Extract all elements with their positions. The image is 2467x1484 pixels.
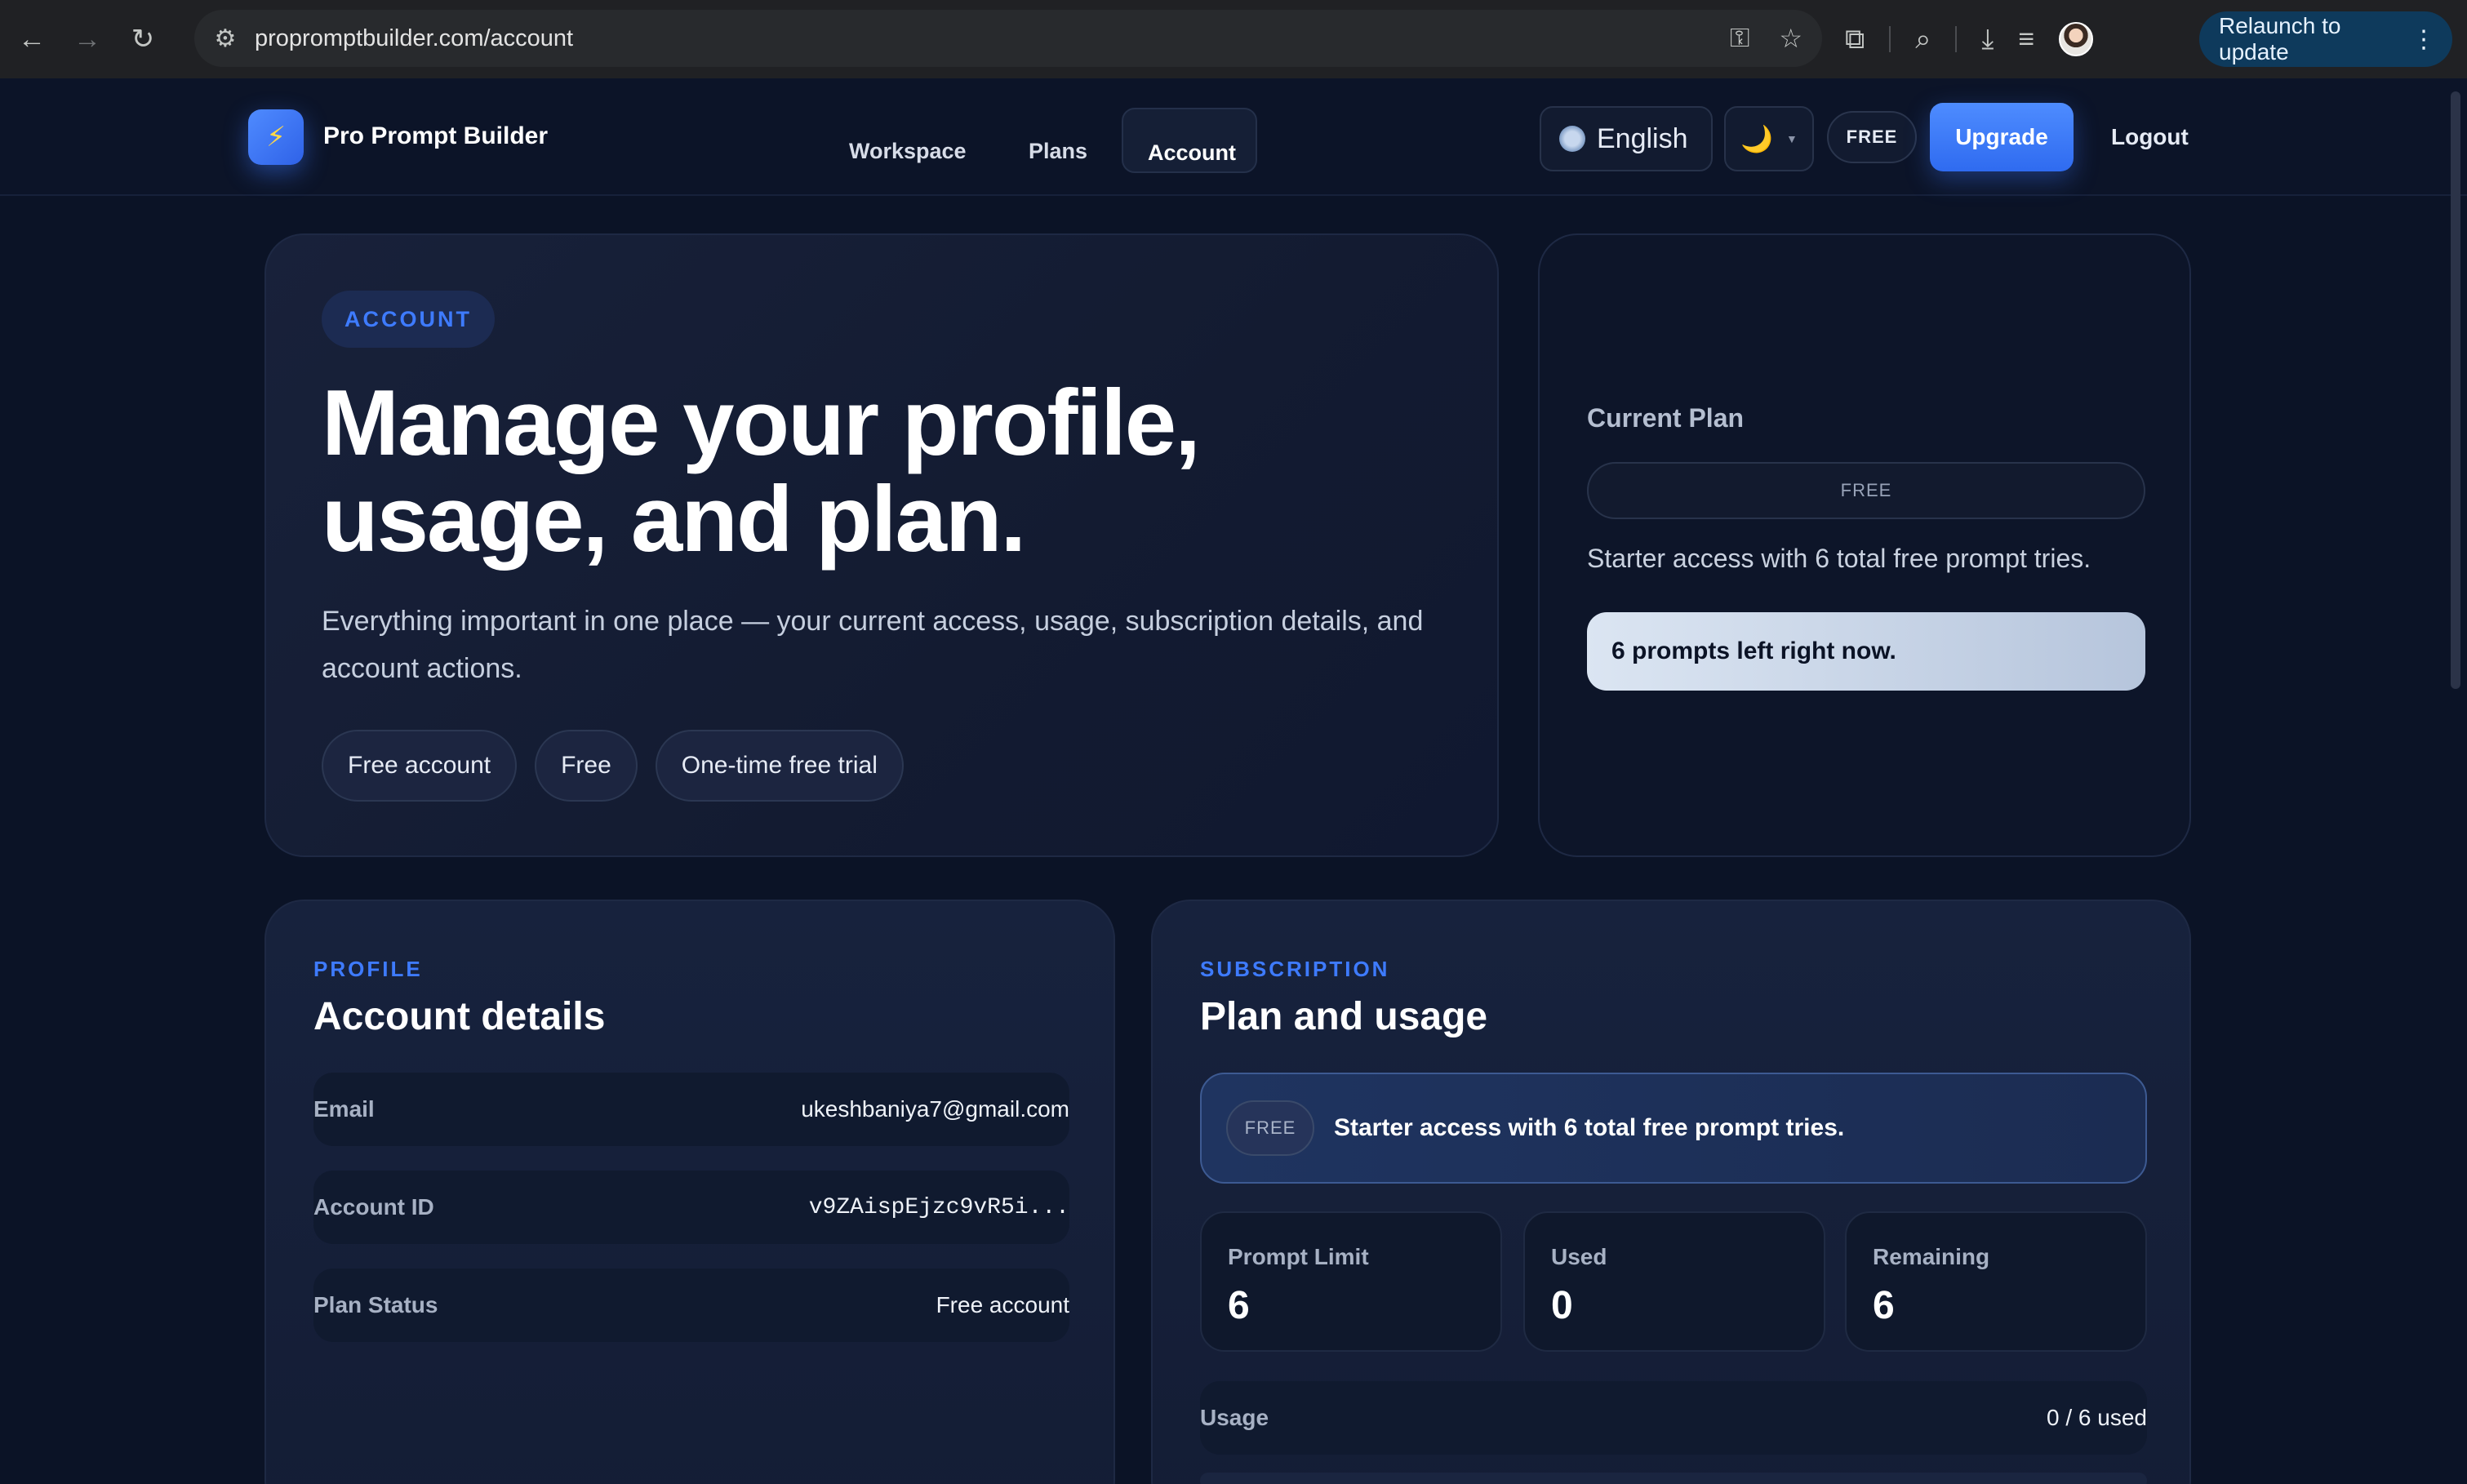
chip-free: Free — [535, 730, 638, 802]
site-settings-icon[interactable]: ⚙ — [209, 22, 242, 55]
subscription-title: Plan and usage — [1200, 995, 1488, 1038]
reading-list-icon[interactable]: ≡ — [2018, 24, 2034, 56]
back-arrow-icon[interactable]: ← — [8, 16, 56, 63]
stat-remaining: Remaining 6 — [1845, 1211, 2147, 1352]
detail-row-email: Email ukeshbaniya7@gmail.com — [313, 1073, 1069, 1146]
browser-toolbar: ← → ↻ ⚙ propromptbuilder.com/account ⚿ ☆… — [0, 0, 2467, 78]
usage-progress-bar — [1200, 1473, 2147, 1484]
plan-status-value: Free account — [936, 1292, 1069, 1317]
page-scrollbar[interactable] — [2451, 91, 2460, 689]
reload-icon[interactable]: ↻ — [119, 16, 167, 63]
plan-badge: FREE — [1827, 111, 1917, 163]
nav-tab-account[interactable]: Account — [1122, 108, 1257, 173]
moon-icon: 🌙 — [1740, 124, 1773, 153]
stat-label: Used — [1551, 1244, 1607, 1269]
upgrade-button[interactable]: Upgrade — [1930, 103, 2074, 171]
account-eyebrow: ACCOUNT — [322, 291, 495, 348]
profile-title: Account details — [313, 995, 606, 1038]
brand-name[interactable]: Pro Prompt Builder — [323, 122, 548, 150]
current-plan-badge: FREE — [1587, 462, 2145, 519]
chevron-down-icon: ▼ — [1785, 132, 1798, 145]
lightning-logo-icon[interactable]: ⚡ — [248, 109, 304, 165]
status-chips: Free account Free One-time free trial — [322, 730, 904, 802]
subscription-card: SUBSCRIPTION Plan and usage FREE Starter… — [1151, 900, 2191, 1484]
email-value: ukeshbaniya7@gmail.com — [801, 1096, 1069, 1122]
address-url[interactable]: propromptbuilder.com/account — [255, 25, 573, 52]
profile-eyebrow: PROFILE — [313, 957, 423, 981]
profile-card: PROFILE Account details Email ukeshbaniy… — [264, 900, 1115, 1484]
current-plan-card: Current Plan FREE Starter access with 6 … — [1538, 233, 2191, 857]
email-label: Email — [313, 1096, 375, 1122]
extensions-icon[interactable]: ⧉ — [1845, 24, 1865, 56]
plan-summary-banner: FREE Starter access with 6 total free pr… — [1200, 1073, 2147, 1184]
language-label: English — [1597, 122, 1688, 154]
current-plan-label: Current Plan — [1587, 403, 1745, 433]
address-bar[interactable]: ⚙ propromptbuilder.com/account ⚿ ☆ — [194, 10, 1822, 67]
password-key-icon[interactable]: ⚿ — [1730, 23, 1749, 54]
nav-tab-plans[interactable]: Plans — [1004, 108, 1112, 173]
toolbar-divider — [1955, 26, 1958, 52]
stat-used: Used 0 — [1523, 1211, 1825, 1352]
profile-avatar[interactable] — [2059, 22, 2094, 56]
toolbar-divider — [1889, 26, 1891, 52]
lens-search-icon[interactable]: ⌕ — [1915, 24, 1931, 56]
relaunch-button[interactable]: Relaunch to update ⋮ — [2199, 11, 2452, 67]
stat-value: 6 — [1873, 1284, 1895, 1327]
usage-label: Usage — [1200, 1405, 1269, 1430]
account-id-label: Account ID — [313, 1194, 434, 1220]
language-selector[interactable]: English — [1540, 106, 1713, 171]
logout-button[interactable]: Logout — [2111, 124, 2189, 150]
theme-toggle[interactable]: 🌙 ▼ — [1724, 106, 1814, 171]
page-title: Manage your profile, usage, and plan. — [322, 371, 1201, 571]
detail-row-plan-status: Plan Status Free account — [313, 1269, 1069, 1342]
stat-value: 0 — [1551, 1284, 1573, 1327]
subscription-eyebrow: SUBSCRIPTION — [1200, 957, 1390, 981]
nav-tab-workspace[interactable]: Workspace — [825, 108, 991, 173]
stat-prompt-limit: Prompt Limit 6 — [1200, 1211, 1502, 1352]
account-id-value: v9ZAispEjzc9vR5i... — [808, 1194, 1069, 1220]
plan-status-label: Plan Status — [313, 1292, 438, 1317]
plan-summary-text: Starter access with 6 total free prompt … — [1334, 1114, 1845, 1141]
chip-trial: One-time free trial — [655, 730, 904, 802]
plan-summary-badge: FREE — [1226, 1100, 1314, 1156]
chip-free-account: Free account — [322, 730, 518, 802]
prompts-remaining-banner: 6 prompts left right now. — [1587, 612, 2145, 691]
hero-card: ACCOUNT Manage your profile, usage, and … — [264, 233, 1499, 857]
globe-icon — [1559, 126, 1585, 152]
page-description: Everything important in one place — your… — [322, 606, 1424, 684]
stat-label: Remaining — [1873, 1244, 1990, 1269]
download-icon[interactable]: ⤓ — [1981, 24, 1994, 56]
bookmark-star-icon[interactable]: ☆ — [1779, 23, 1802, 54]
relaunch-label: Relaunch to update — [2219, 13, 2341, 64]
app-header: ⚡ Pro Prompt Builder Workspace Plans Acc… — [0, 78, 2467, 196]
usage-row: Usage 0 / 6 used — [1200, 1381, 2147, 1455]
stat-value: 6 — [1228, 1284, 1250, 1327]
forward-arrow-icon[interactable]: → — [64, 16, 111, 63]
current-plan-description: Starter access with 6 total free prompt … — [1587, 544, 2091, 573]
detail-row-account-id: Account ID v9ZAispEjzc9vR5i... — [313, 1171, 1069, 1244]
stat-label: Prompt Limit — [1228, 1244, 1369, 1269]
usage-value: 0 / 6 used — [2047, 1405, 2147, 1430]
more-menu-icon[interactable]: ⋮ — [2411, 25, 2436, 54]
